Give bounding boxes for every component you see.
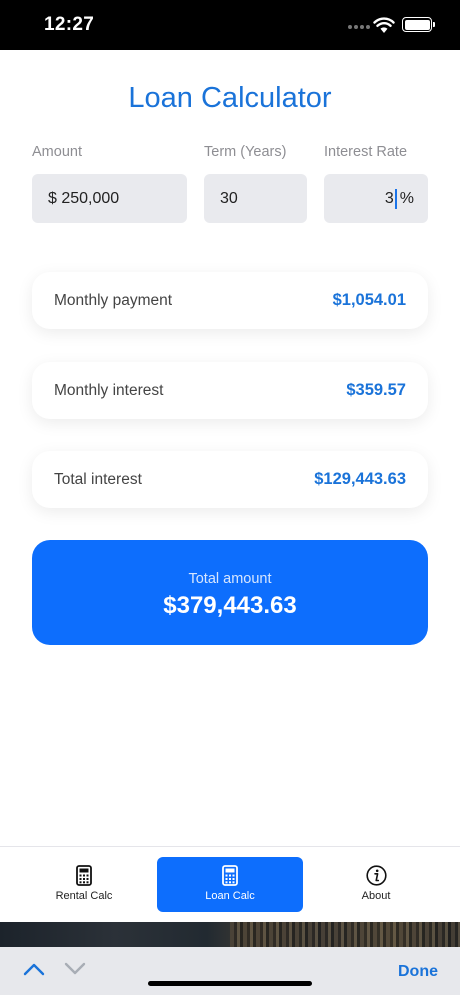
tab-loan-calc-label: Loan Calc (205, 890, 255, 902)
total-amount-value: $379,443.63 (163, 592, 297, 619)
monthly-interest-card: Monthly interest $359.57 (32, 362, 428, 419)
amount-value: $ 250,000 (48, 189, 120, 207)
chevron-up-icon[interactable] (22, 961, 46, 977)
home-indicator[interactable] (148, 981, 312, 986)
tab-about-label: About (361, 890, 391, 902)
monthly-payment-card: Monthly payment $1,054.01 (32, 272, 428, 329)
interest-rate-label: Interest Rate (324, 144, 408, 160)
total-interest-label: Total interest (54, 470, 142, 488)
tab-about[interactable]: About (316, 857, 436, 912)
total-amount-label: Total amount (188, 571, 272, 587)
total-interest-value: $129,443.63 (314, 470, 406, 488)
percent-suffix: % (399, 189, 414, 207)
term-value: 30 (220, 189, 238, 207)
total-interest-card: Total interest $129,443.63 (32, 451, 428, 508)
term-label: Term (Years) (204, 144, 287, 160)
amount-field[interactable]: $ 250,000 (32, 174, 187, 223)
monthly-interest-label: Monthly interest (54, 381, 164, 399)
monthly-payment-value: $1,054.01 (332, 291, 406, 309)
calculator-icon (76, 865, 92, 886)
cellular-signal-icon (348, 25, 370, 29)
term-field[interactable]: 30 (204, 174, 307, 223)
tab-bar: Rental Calc Loan Calc About (0, 846, 460, 922)
tab-rental-calc[interactable]: Rental Calc (24, 857, 144, 912)
calculator-icon (222, 865, 238, 886)
interest-rate-field[interactable]: 3 % (324, 174, 428, 223)
monthly-interest-value: $359.57 (346, 381, 406, 399)
chevron-down-icon[interactable] (63, 961, 87, 977)
amount-label: Amount (32, 144, 82, 160)
done-button[interactable]: Done (398, 963, 438, 981)
status-bar: 12:27 (0, 0, 460, 50)
background-image (0, 922, 460, 947)
wifi-icon (373, 17, 395, 33)
info-icon (365, 865, 387, 886)
text-cursor (394, 188, 397, 209)
tab-rental-calc-label: Rental Calc (55, 890, 113, 902)
monthly-payment-label: Monthly payment (54, 291, 173, 309)
battery-icon (402, 17, 435, 32)
page-title: Loan Calculator (128, 82, 332, 114)
tab-loan-calc[interactable]: Loan Calc (157, 857, 303, 912)
total-amount-card: Total amount $379,443.63 (32, 540, 428, 645)
interest-rate-value: 3 (384, 189, 394, 207)
keyboard-accessory-bar: Done (0, 947, 460, 995)
status-time: 12:27 (44, 14, 95, 35)
